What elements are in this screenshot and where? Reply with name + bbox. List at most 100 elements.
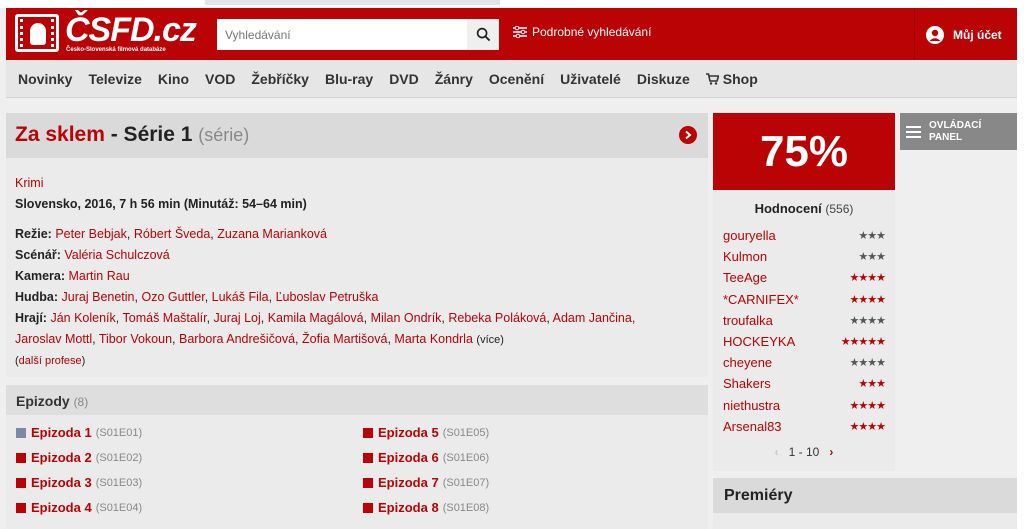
person-link[interactable]: Kamila Magálová (268, 311, 364, 325)
page-right-edge (1017, 8, 1024, 529)
advanced-search-label: Podrobné vyhledávání (532, 25, 652, 39)
person-link[interactable]: Jaroslav Mottl (15, 332, 92, 346)
account-link[interactable]: Můj účet (926, 26, 1002, 44)
chevron-left-icon[interactable]: ‹ (775, 445, 779, 459)
episode-marker-icon (363, 427, 373, 438)
nav-item-uzivatele[interactable]: Uživatelé (560, 71, 621, 87)
person-link[interactable]: Juraj Loj (214, 311, 261, 325)
nav-item-televize[interactable]: Televize (88, 71, 141, 87)
person-link[interactable]: Marta Kondrla (394, 332, 473, 346)
rating-count[interactable]: (556) (825, 202, 853, 216)
episodes-header: Epizody (8) (6, 385, 708, 415)
user-link[interactable]: niethustra (723, 398, 780, 413)
next-arrow-button[interactable] (679, 126, 697, 144)
episode-item[interactable]: Epizoda 7 (S01E07) (363, 475, 489, 490)
person-link[interactable]: Martin Rau (69, 269, 130, 283)
person-link[interactable]: Ján Koleník (50, 311, 115, 325)
nav-item-vod[interactable]: VOD (205, 71, 235, 87)
user-link[interactable]: Arsenal83 (723, 419, 782, 434)
star-rating-icon: ★★★★ (849, 314, 886, 327)
episode-item[interactable]: Epizoda 1 (S01E01) (16, 425, 142, 440)
person-link[interactable]: Adam Jančina, (553, 311, 636, 325)
user-rating-row: Shakers ★★★ (723, 373, 886, 394)
nav-item-bluray[interactable]: Blu-ray (325, 71, 373, 87)
premieres-title: Premiéry (713, 478, 1017, 513)
nav-item-novinky[interactable]: Novinky (18, 71, 72, 87)
episode-item[interactable]: Epizoda 5 (S01E05) (363, 425, 489, 440)
person-link[interactable]: Róbert Šveda (134, 227, 210, 241)
user-link[interactable]: gouryella (723, 228, 776, 243)
user-link[interactable]: troufalka (723, 313, 773, 328)
star-rating-icon: ★★★★ (849, 420, 886, 433)
nav-item-kino[interactable]: Kino (158, 71, 189, 87)
user-link[interactable]: *CARNIFEX* (723, 292, 799, 307)
person-link[interactable]: Žofia Martišová (302, 332, 387, 346)
person-link[interactable]: Ozo Guttler (141, 290, 204, 304)
user-rating-row: Arsenal83 ★★★★ (723, 416, 886, 437)
nav-item-zebricky[interactable]: Žebříčky (251, 71, 309, 87)
search-button[interactable] (467, 19, 499, 50)
user-link[interactable]: cheyene (723, 355, 772, 370)
person-link[interactable]: Tibor Vokoun (99, 332, 172, 346)
more-professions-link[interactable]: další profese (19, 355, 82, 367)
episode-name: Epizoda 4 (31, 500, 92, 515)
star-rating-icon: ★★★★ (849, 357, 886, 370)
episode-marker-icon (16, 477, 26, 488)
star-rating-icon: ★★★★ (849, 272, 886, 285)
episode-item[interactable]: Epizoda 4 (S01E04) (16, 500, 142, 515)
rating-box: 75% Hodnocení (556) gouryella ★★★ Kulmon ★★… (713, 113, 895, 471)
menu-icon (906, 125, 921, 138)
user-link[interactable]: Kulmon (723, 249, 767, 264)
episode-marker-icon (363, 502, 373, 513)
person-link[interactable]: Zuzana Marianková (217, 227, 327, 241)
advanced-search-link[interactable]: Podrobné vyhledávání (513, 25, 651, 39)
star-rating-icon: ★★★★★ (840, 336, 886, 349)
user-rating-row: niethustra ★★★★ (723, 395, 886, 416)
person-link[interactable]: Barbora Andrešičová (179, 332, 295, 346)
person-link[interactable]: Peter Bebjak (55, 227, 127, 241)
star-rating-icon: ★★★ (858, 378, 886, 391)
person-link[interactable]: Milan Ondrík (371, 311, 442, 325)
rating-score: 75% (713, 113, 895, 190)
nav-item-diskuze[interactable]: Diskuze (637, 71, 690, 87)
ratings-pager: ‹ 1 - 10 › (713, 445, 895, 459)
credit-music: Hudba: Juraj Benetin, Ozo Guttler, Lukáš… (15, 290, 379, 304)
nav-item-dvd[interactable]: DVD (389, 71, 419, 87)
episode-name: Epizoda 1 (31, 425, 92, 440)
user-link[interactable]: Shakers (723, 376, 771, 391)
credit-label: Hudba: (15, 290, 59, 304)
film-title[interactable]: Za sklem (15, 123, 105, 146)
tab-stub (205, 0, 500, 5)
person-link[interactable]: Juraj Benetin (62, 290, 135, 304)
rating-header: Hodnocení (556) (713, 201, 895, 216)
user-rating-row: cheyene ★★★★ (723, 352, 886, 373)
episode-item[interactable]: Epizoda 2 (S01E02) (16, 450, 142, 465)
page-title: Za sklem - Série 1 (série) (15, 123, 249, 147)
credit-label: Scénář: (15, 248, 61, 262)
episode-item[interactable]: Epizoda 8 (S01E08) (363, 500, 489, 515)
person-link[interactable]: Rebeka Poláková (448, 311, 546, 325)
person-link[interactable]: Tomáš Maštalír (123, 311, 207, 325)
site-header: ČSFD.cz Česko-Slovenská filmová databáze… (6, 8, 1017, 60)
episode-name: Epizoda 8 (378, 500, 439, 515)
search-input[interactable] (217, 19, 471, 50)
sliders-icon (513, 26, 527, 38)
person-link[interactable]: Lukáš Fila (212, 290, 269, 304)
chevron-right-icon (685, 130, 692, 140)
site-logo[interactable]: ČSFD.cz Česko-Slovenská filmová databáze (15, 11, 197, 56)
user-link[interactable]: HOCKEYKA (723, 334, 795, 349)
episode-item[interactable]: Epizoda 3 (S01E03) (16, 475, 142, 490)
person-link[interactable]: Ľuboslav Petruška (276, 290, 379, 304)
person-link[interactable]: Valéria Schulczová (64, 248, 169, 262)
control-panel-button[interactable]: OVLÁDACÍ PANEL (900, 113, 1017, 150)
chevron-right-icon[interactable]: › (829, 445, 833, 459)
nav-item-oceneni[interactable]: Ocenění (489, 71, 544, 87)
episode-code: (S01E03) (95, 476, 143, 489)
user-link[interactable]: TeeAge (723, 270, 767, 285)
more-cast-link[interactable]: (více) (476, 334, 504, 346)
browser-top-strip (0, 0, 1024, 8)
nav-item-zanry[interactable]: Žánry (435, 71, 473, 87)
header-divider (914, 8, 915, 60)
nav-item-shop[interactable]: Shop (705, 71, 758, 87)
episode-item[interactable]: Epizoda 6 (S01E06) (363, 450, 489, 465)
